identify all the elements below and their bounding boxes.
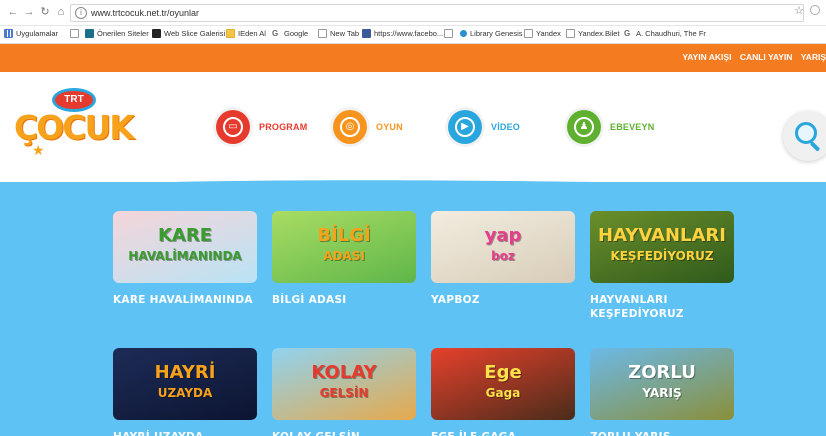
home-icon[interactable]: ⌂	[54, 5, 68, 19]
google-icon: G	[624, 29, 633, 38]
game-thumbnail-logo: HAYVANLARI	[598, 225, 726, 246]
nav-oyun-label: OYUN	[376, 122, 403, 132]
bookmark-new-tab[interactable]: New Tab	[318, 29, 359, 38]
game-thumbnail[interactable]: BİLGİ ADASI	[272, 211, 416, 283]
game-title[interactable]: EGE İLE GAGA	[431, 430, 575, 436]
bookmark-library-genesis[interactable]: Library Genesis	[460, 29, 523, 38]
game-thumbnail-sublogo: ADASI	[323, 249, 365, 263]
page-icon	[70, 29, 79, 38]
search-icon	[795, 122, 817, 144]
game-thumbnail[interactable]: KARE HAVALİMANINDA	[113, 211, 257, 283]
game-thumbnail-logo: ZORLU	[628, 362, 696, 383]
game-thumbnail[interactable]: yap boz	[431, 211, 575, 283]
game-thumbnail-sublogo: HAVALİMANINDA	[128, 249, 242, 263]
game-title[interactable]: ZORLU YARIŞ	[590, 430, 734, 436]
game-thumbnail-logo: yap	[484, 225, 522, 246]
game-thumbnail[interactable]: KOLAY GELSİN	[272, 348, 416, 420]
bookmark-page[interactable]	[444, 29, 456, 38]
game-card[interactable]: KOLAYGELSİNKOLAY GELSİN	[272, 348, 416, 436]
game-card[interactable]: HAYRİUZAYDAHAYRİ UZAYDA	[113, 348, 257, 436]
nav-program[interactable]: ▭ PROGRAM	[216, 110, 307, 144]
game-thumbnail-sublogo: boz	[491, 249, 515, 263]
address-bar[interactable]: i www.trtcocuk.net.tr/oyunlar	[70, 4, 804, 22]
game-thumbnail[interactable]: ZORLU YARIŞ	[590, 348, 734, 420]
tv-icon: ▭	[216, 110, 250, 144]
game-card[interactable]: ZORLUYARIŞZORLU YARIŞ	[590, 348, 734, 436]
forward-icon[interactable]: →	[22, 5, 36, 19]
bookmark-chaudhuri[interactable]: G A. Chaudhuri, The Fr	[624, 29, 706, 38]
bookmark-star-icon[interactable]: ☆	[794, 4, 804, 17]
game-title[interactable]: HAYRİ UZAYDA	[113, 430, 257, 436]
video-icon: ▶	[448, 110, 482, 144]
search-button[interactable]	[783, 111, 826, 161]
game-thumbnail-sublogo: YARIŞ	[642, 386, 682, 400]
extension-icon[interactable]	[810, 5, 820, 15]
browser-toolbar: ← → ↻ ⌂ i www.trtcocuk.net.tr/oyunlar ☆	[0, 0, 826, 26]
game-title[interactable]: HAYVANLARI KEŞFEDİYORUZ	[590, 293, 734, 321]
game-title[interactable]: BİLGİ ADASI	[272, 293, 416, 307]
game-thumbnail-logo: BİLGİ	[317, 225, 371, 246]
game-thumbnail[interactable]: HAYVANLARI KEŞFEDİYORUZ	[590, 211, 734, 283]
game-thumbnail-sublogo: KEŞFEDİYORUZ	[610, 249, 714, 263]
nav-oyun[interactable]: ◎ OYUN	[333, 110, 403, 144]
top-links: YAYIN AKIŞI CANLI YAYIN YARIŞ	[676, 52, 826, 62]
folder-icon	[226, 29, 235, 38]
bookmark-yandex[interactable]: Yandex	[524, 29, 561, 38]
family-icon: ♟	[567, 110, 601, 144]
page-icon	[318, 29, 327, 38]
apps-grid-icon	[4, 29, 13, 38]
bookmark-page[interactable]	[70, 29, 82, 38]
nav-video-label: VİDEO	[491, 122, 521, 132]
game-card[interactable]: Ege Gaga EGE İLE GAGA	[431, 348, 575, 436]
bookmark-google[interactable]: G Google	[272, 29, 308, 38]
game-card[interactable]: HAYVANLARI KEŞFEDİYORUZ HAYVANLARI KEŞFEDİ…	[590, 211, 734, 321]
game-card[interactable]: KARE HAVALİMANINDA KARE HAVALİMANINDA	[113, 211, 257, 307]
nav-video[interactable]: ▶ VİDEO	[448, 110, 520, 144]
page-icon	[566, 29, 575, 38]
bookmarks-bar: Uygulamalar Önerilen Siteler Web Slice G…	[0, 26, 826, 44]
bookmark-ieden-al[interactable]: IEden Al	[226, 29, 266, 38]
game-card[interactable]: yap boz YAPBOZ	[431, 211, 575, 307]
search-icon-handle	[809, 141, 821, 152]
game-thumbnail-logo: KOLAY	[311, 362, 377, 383]
back-icon[interactable]: ←	[6, 5, 20, 19]
top-link-schedule[interactable]: YAYIN AKIŞI	[682, 52, 731, 62]
bookmark-apps[interactable]: Uygulamalar	[4, 29, 58, 38]
game-thumbnail-sublogo: UZAYDA	[157, 386, 213, 400]
trt-cocuk-logo[interactable]: TRT ÇOCUK ★	[14, 88, 135, 160]
top-link-contest[interactable]: YARIŞ	[801, 52, 826, 62]
bookmark-suggested-sites[interactable]: Önerilen Siteler	[85, 29, 149, 38]
game-thumbnail-sublogo: GELSİN	[319, 386, 369, 400]
game-thumbnail[interactable]: Ege Gaga	[431, 348, 575, 420]
url-text: www.trtcocuk.net.tr/oyunlar	[91, 8, 200, 18]
game-card[interactable]: BİLGİ ADASI BİLGİ ADASI	[272, 211, 416, 307]
bookmark-web-slice[interactable]: Web Slice Galerisi	[152, 29, 225, 38]
gamepad-icon: ◎	[333, 110, 367, 144]
top-link-live[interactable]: CANLI YAYIN	[740, 52, 793, 62]
nav-ebeveyn[interactable]: ♟ EBEVEYN	[567, 110, 654, 144]
page-icon	[444, 29, 453, 38]
game-title[interactable]: KARE HAVALİMANINDA	[113, 293, 257, 307]
nav-ebeveyn-label: EBEVEYN	[610, 122, 655, 132]
game-thumbnail-logo: KARE	[157, 225, 213, 246]
game-thumbnail-logo: Ege	[484, 362, 522, 383]
game-title[interactable]: KOLAY GELSİN	[272, 430, 416, 436]
bookmark-yandex-bilet[interactable]: Yandex.Bilet	[566, 29, 620, 38]
page-icon	[524, 29, 533, 38]
game-thumbnail-sublogo: Gaga	[485, 386, 521, 400]
bookmark-facebook[interactable]: https://www.facebo...	[362, 29, 443, 38]
star-icon: ★	[32, 142, 45, 158]
game-title[interactable]: YAPBOZ	[431, 293, 575, 307]
game-thumbnail[interactable]: HAYRİ UZAYDA	[113, 348, 257, 420]
nav-program-label: PROGRAM	[259, 122, 308, 132]
google-icon: G	[272, 29, 281, 38]
web-slice-icon	[152, 29, 161, 38]
game-thumbnail-logo: HAYRİ	[154, 362, 216, 383]
suggested-sites-icon	[85, 29, 94, 38]
reload-icon[interactable]: ↻	[38, 5, 52, 19]
info-icon[interactable]: i	[75, 7, 87, 19]
facebook-icon	[362, 29, 371, 38]
library-icon	[460, 30, 467, 37]
